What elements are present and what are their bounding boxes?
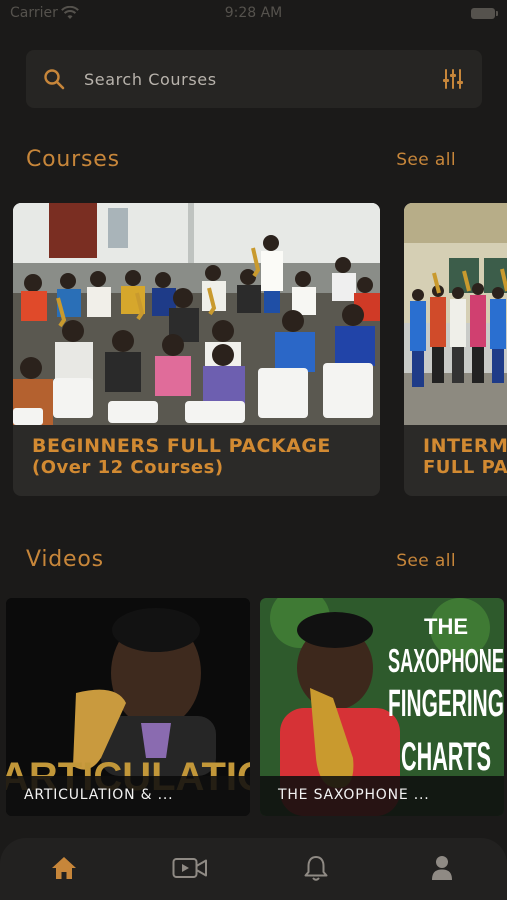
tab-profile[interactable] xyxy=(424,852,460,884)
home-icon xyxy=(52,857,76,879)
course-title: INTERM xyxy=(423,435,507,457)
video-card[interactable]: ARTICULATION ARTICULATION & ... xyxy=(6,598,250,816)
tab-bar xyxy=(0,838,507,900)
tab-home[interactable] xyxy=(46,852,82,884)
courses-heading: Courses xyxy=(26,147,120,172)
video-camera-icon xyxy=(172,858,207,878)
video-title: THE SAXOPHONE ... xyxy=(260,776,504,816)
svg-text:THE: THE xyxy=(424,614,468,639)
filter-icon[interactable] xyxy=(442,67,464,91)
bell-icon xyxy=(304,856,328,881)
course-thumbnail xyxy=(13,203,380,425)
course-title: BEGINNERS FULL PACKAGE xyxy=(32,435,331,457)
tab-videos[interactable] xyxy=(172,852,208,884)
course-subtitle: (Over 12 Courses) xyxy=(32,457,224,478)
course-thumbnail xyxy=(404,203,507,425)
videos-heading: Videos xyxy=(26,547,104,572)
svg-text:CHARTS: CHARTS xyxy=(401,735,491,779)
clock: 9:28 AM xyxy=(224,5,283,21)
courses-see-all-link[interactable]: See all xyxy=(396,150,456,170)
video-card[interactable]: THE SAXOPHONE FINGERING CHARTS THE SAXOP… xyxy=(260,598,504,816)
course-card[interactable]: BEGINNERS FULL PACKAGE (Over 12 Courses) xyxy=(13,203,380,496)
battery-icon xyxy=(471,8,498,19)
app-screen: Carrier 9:28 AM Courses See all xyxy=(0,0,507,900)
course-card[interactable]: INTERM FULL PA xyxy=(404,203,507,496)
videos-see-all-link[interactable]: See all xyxy=(396,551,456,571)
svg-text:SAXOPHONE: SAXOPHONE xyxy=(388,642,504,679)
status-bar: Carrier 9:28 AM xyxy=(0,0,507,28)
tab-notifications[interactable] xyxy=(298,852,334,884)
course-subtitle: FULL PA xyxy=(423,457,507,478)
video-title: ARTICULATION & ... xyxy=(6,776,250,816)
search-icon[interactable] xyxy=(42,67,66,91)
search-input[interactable] xyxy=(84,50,414,108)
search-bar[interactable] xyxy=(26,50,482,108)
svg-text:FINGERING: FINGERING xyxy=(388,683,504,725)
user-icon xyxy=(432,856,452,880)
